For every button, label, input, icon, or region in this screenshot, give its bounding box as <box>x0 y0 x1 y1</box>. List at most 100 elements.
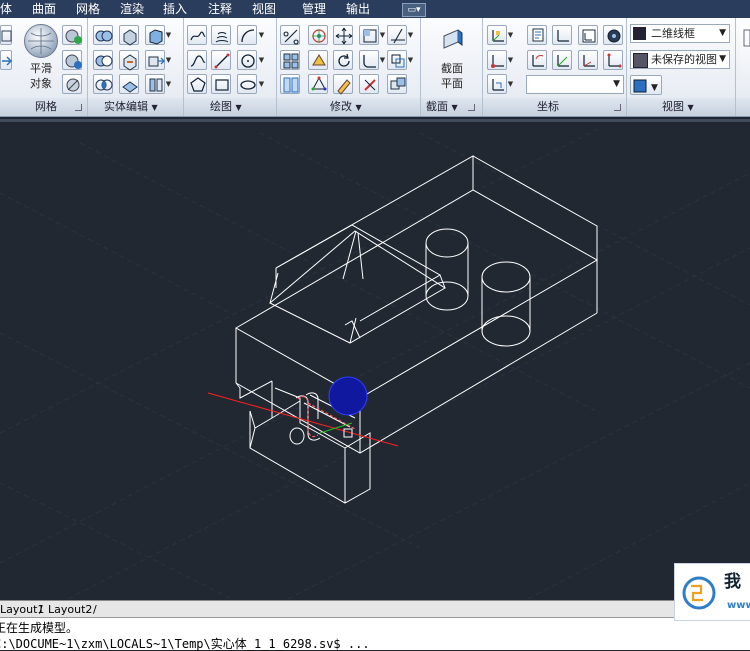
smooth-object-label[interactable]: 平滑 对象 <box>26 61 56 91</box>
mesh-convert-button[interactable] <box>0 50 13 70</box>
clean-button[interactable] <box>145 74 165 94</box>
quick-access-dropdown[interactable]: ▭▾ <box>402 3 426 17</box>
panel-label-mesh[interactable]: 网格 <box>35 99 57 115</box>
polygon-button[interactable] <box>187 74 207 94</box>
menu-item-view[interactable]: 视图 <box>252 1 276 17</box>
circle-button[interactable] <box>237 50 257 70</box>
rotate-button[interactable] <box>333 50 353 70</box>
smooth-less-button[interactable] <box>62 74 82 94</box>
menu-item-render[interactable]: 渲染 <box>120 1 144 17</box>
offset-button[interactable] <box>387 50 407 70</box>
chevron-down-icon[interactable]: ▼ <box>165 74 172 94</box>
menu-item-solid[interactable]: 体 <box>0 1 12 17</box>
ucs-object-button[interactable] <box>578 50 598 70</box>
panel-separator <box>420 18 421 116</box>
ucs-y-button[interactable] <box>552 50 572 70</box>
ucs-view-button[interactable] <box>578 25 598 45</box>
panel-label-section[interactable]: 截面 ▼ <box>426 99 458 116</box>
menu-item-mesh[interactable]: 网格 <box>76 1 100 17</box>
panel-launcher-icon[interactable] <box>468 104 475 111</box>
ucs-x-button[interactable] <box>552 25 572 45</box>
chevron-down-icon[interactable]: ▼ <box>165 50 172 70</box>
array-button[interactable] <box>280 50 300 70</box>
ucs-previous-button[interactable] <box>527 50 547 70</box>
shell-button[interactable] <box>145 25 165 45</box>
spline-button[interactable] <box>187 50 207 70</box>
panel-launcher-icon[interactable] <box>75 104 82 111</box>
chevron-down-icon[interactable]: ▼ <box>407 25 414 45</box>
smooth-more-button[interactable] <box>62 50 82 70</box>
3d-mirror-button[interactable] <box>308 50 328 70</box>
section-plane-label[interactable]: 截面 平面 <box>433 61 471 91</box>
ucs-sphere <box>328 376 368 416</box>
menu-item-output[interactable]: 输出 <box>346 1 370 17</box>
chevron-down-icon[interactable]: ▼ <box>165 25 172 45</box>
mirror-button[interactable] <box>280 74 300 94</box>
panel-separator <box>482 18 483 116</box>
trim-button[interactable] <box>387 25 407 45</box>
chevron-down-icon[interactable]: ▼ <box>258 74 265 94</box>
rectangle-button[interactable] <box>211 74 231 94</box>
union-button[interactable] <box>93 25 113 45</box>
ucs-origin-button[interactable] <box>487 50 507 70</box>
ucs-named-button[interactable] <box>527 25 547 45</box>
polyline-button[interactable] <box>187 25 207 45</box>
3d-rotate-button[interactable] <box>308 25 328 45</box>
panel-label-draw[interactable]: 绘图 ▼ <box>210 99 242 116</box>
extract-edges-button[interactable] <box>119 25 139 46</box>
chevron-down-icon[interactable]: ▼ <box>407 50 414 70</box>
helix-button[interactable] <box>211 25 231 45</box>
smooth-object-icon[interactable] <box>24 24 58 58</box>
panel-launcher-icon[interactable] <box>614 104 621 111</box>
menu-item-annotate[interactable]: 注释 <box>208 1 232 17</box>
scale-button[interactable] <box>280 25 300 45</box>
ellipse-button[interactable] <box>237 74 257 94</box>
chevron-down-icon[interactable]: ▼ <box>507 50 514 70</box>
ucs-icon-button[interactable] <box>603 25 623 45</box>
viewport-config-button[interactable]: ▼ <box>630 75 662 95</box>
arc-button[interactable] <box>237 25 257 45</box>
fillet-button[interactable] <box>359 50 379 70</box>
tab-layout2[interactable]: Layout2 <box>48 602 92 617</box>
panel-label-mesh-text: 网格 <box>35 100 57 113</box>
refine-mesh-button[interactable] <box>62 25 82 45</box>
tab-layout1[interactable]: Layout1 <box>0 602 44 617</box>
copy-button[interactable] <box>387 74 407 94</box>
erase-button[interactable] <box>333 74 353 95</box>
chevron-down-icon[interactable]: ▼ <box>379 50 386 70</box>
intersect-button[interactable] <box>93 74 113 94</box>
chevron-down-icon[interactable]: ▼ <box>507 74 514 94</box>
separate-button[interactable] <box>145 50 165 70</box>
drawing-viewport[interactable] <box>0 119 750 603</box>
chevron-down-icon[interactable]: ▼ <box>258 25 265 45</box>
chevron-down-icon[interactable]: ▼ <box>507 25 514 45</box>
chevron-down-icon[interactable]: ▼ <box>379 25 386 45</box>
menu-item-insert[interactable]: 插入 <box>163 1 187 17</box>
named-view-value: 未保存的视图 <box>651 53 717 66</box>
mesh-box-button[interactable] <box>0 25 12 45</box>
named-view-select[interactable]: 未保存的视图 ▼ <box>630 50 730 69</box>
section-plane-icon[interactable] <box>438 26 468 56</box>
panel-label-coordinates[interactable]: 坐标 <box>537 99 559 115</box>
panel-label-view[interactable]: 视图 ▼ <box>662 99 694 116</box>
color-edges-button[interactable] <box>119 74 139 94</box>
chevron-down-icon[interactable]: ▼ <box>258 50 265 70</box>
explode-button[interactable] <box>359 74 379 94</box>
ucs-combo[interactable]: ▼ <box>526 75 624 94</box>
menu-item-manage[interactable]: 管理 <box>302 1 326 17</box>
ucs-3point-button[interactable] <box>603 50 623 70</box>
panel-label-modify[interactable]: 修改 ▼ <box>330 99 362 116</box>
imprint-button[interactable] <box>119 50 139 71</box>
3d-align-button[interactable] <box>308 74 328 94</box>
3d-move-button[interactable] <box>333 25 353 45</box>
visual-style-select[interactable]: 二维线框 ▼ <box>630 24 730 43</box>
stretch-button[interactable] <box>359 25 379 45</box>
ucs-button[interactable] <box>487 25 507 45</box>
line-button[interactable] <box>211 50 231 70</box>
menu-item-surface[interactable]: 曲面 <box>32 1 56 17</box>
panel-label-solid-edit[interactable]: 实体编辑 ▼ <box>104 99 158 116</box>
subtract-button[interactable] <box>93 50 113 70</box>
command-window[interactable]: 正在生成模型。 C:\DOCUME~1\zxm\LOCALS~1\Temp\实心… <box>0 617 750 651</box>
chevron-down-icon: ▼ <box>719 28 726 38</box>
ucs-world-button[interactable] <box>487 74 507 94</box>
